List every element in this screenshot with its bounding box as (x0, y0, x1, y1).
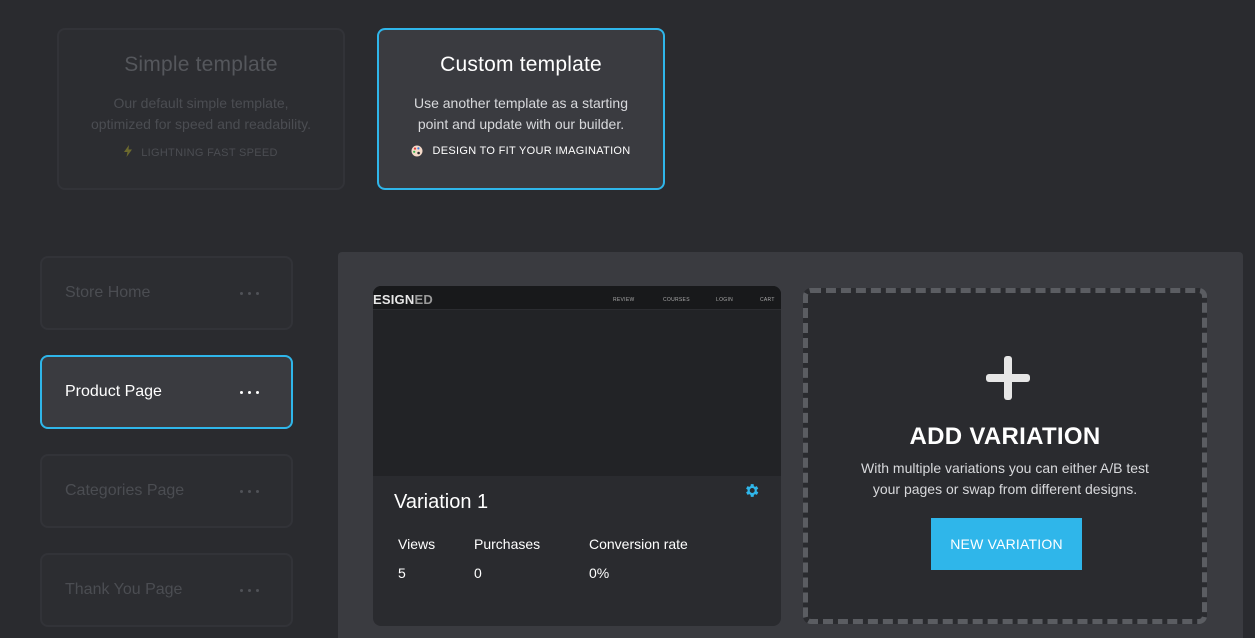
simple-template-tag-label: LIGHTNING FAST SPEED (141, 146, 278, 159)
palette-icon (411, 145, 423, 157)
custom-template-desc-line1: Use another template as a starting (413, 95, 628, 111)
simple-template-description: Our default simple template, optimized f… (59, 93, 343, 135)
simple-template-desc-line2: optimized for speed and readability. (91, 116, 311, 132)
simple-template-card[interactable]: Simple template Our default simple templ… (57, 28, 345, 190)
views-value: 5 (398, 565, 406, 581)
variation-title: Variation 1 (394, 491, 489, 513)
views-label: Views (398, 536, 436, 552)
page-item-label: Store Home (65, 284, 151, 301)
simple-template-title: Simple template (124, 53, 278, 76)
preview-nav-courses: COURSES (663, 297, 690, 303)
conversion-rate-label: Conversion rate (589, 536, 688, 552)
preview-logo: ESIGNED (373, 292, 433, 307)
custom-template-desc-line2: point and update with our builder. (417, 116, 625, 132)
simple-template-desc-line1: Our default simple template, (113, 95, 289, 111)
more-options-icon[interactable] (240, 390, 259, 394)
purchases-label: Purchases (474, 536, 541, 552)
app-root: Simple template Our default simple templ… (0, 0, 1255, 638)
new-variation-button[interactable]: NEW VARIATION (931, 518, 1082, 570)
simple-template-tag: LIGHTNING FAST SPEED (59, 145, 343, 160)
preview-logo-main: ESIGN (373, 292, 415, 307)
page-item-label: Thank You Page (65, 581, 183, 598)
preview-navbar: ESIGNED REVIEW COURSES LOGIN CART (373, 286, 781, 310)
purchases-value: 0 (474, 565, 482, 581)
custom-template-card[interactable]: Custom template Use another template as … (377, 28, 665, 190)
page-item-product-page[interactable]: Product Page (40, 355, 293, 429)
plus-icon (986, 356, 1030, 400)
add-variation-title: ADD VARIATION (909, 423, 1101, 450)
gear-icon[interactable] (743, 482, 760, 499)
page-item-label: Categories Page (65, 482, 185, 499)
add-variation-desc-line1: With multiple variations you can either … (861, 460, 1149, 476)
more-options-icon[interactable] (240, 588, 259, 592)
preview-nav-login: LOGIN (716, 297, 734, 303)
page-item-store-home[interactable]: Store Home (40, 256, 293, 330)
page-item-categories-page[interactable]: Categories Page (40, 454, 293, 528)
conversion-rate-value: 0% (589, 565, 610, 581)
variation-preview[interactable]: ESIGNED REVIEW COURSES LOGIN CART (373, 286, 781, 476)
more-options-icon[interactable] (240, 489, 259, 493)
more-options-icon[interactable] (240, 291, 259, 295)
preview-logo-suffix: ED (414, 292, 433, 307)
add-variation-desc-line2: your pages or swap from different design… (872, 481, 1138, 497)
custom-template-tag-label: DESIGN TO FIT YOUR IMAGINATION (432, 145, 631, 157)
add-variation-card[interactable]: ADD VARIATION With multiple variations y… (803, 288, 1207, 624)
custom-template-tag: DESIGN TO FIT YOUR IMAGINATION (379, 145, 663, 157)
preview-nav-cart: CART (760, 297, 775, 303)
page-item-thank-you-page[interactable]: Thank You Page (40, 553, 293, 627)
add-variation-description: With multiple variations you can either … (848, 458, 1162, 500)
preview-nav-review: REVIEW (613, 297, 635, 303)
custom-template-title: Custom template (440, 53, 602, 76)
custom-template-description: Use another template as a starting point… (379, 93, 663, 135)
lightning-icon (124, 145, 133, 160)
page-item-label: Product Page (65, 383, 162, 400)
variation-card[interactable]: ESIGNED REVIEW COURSES LOGIN CART Variat… (373, 286, 781, 626)
